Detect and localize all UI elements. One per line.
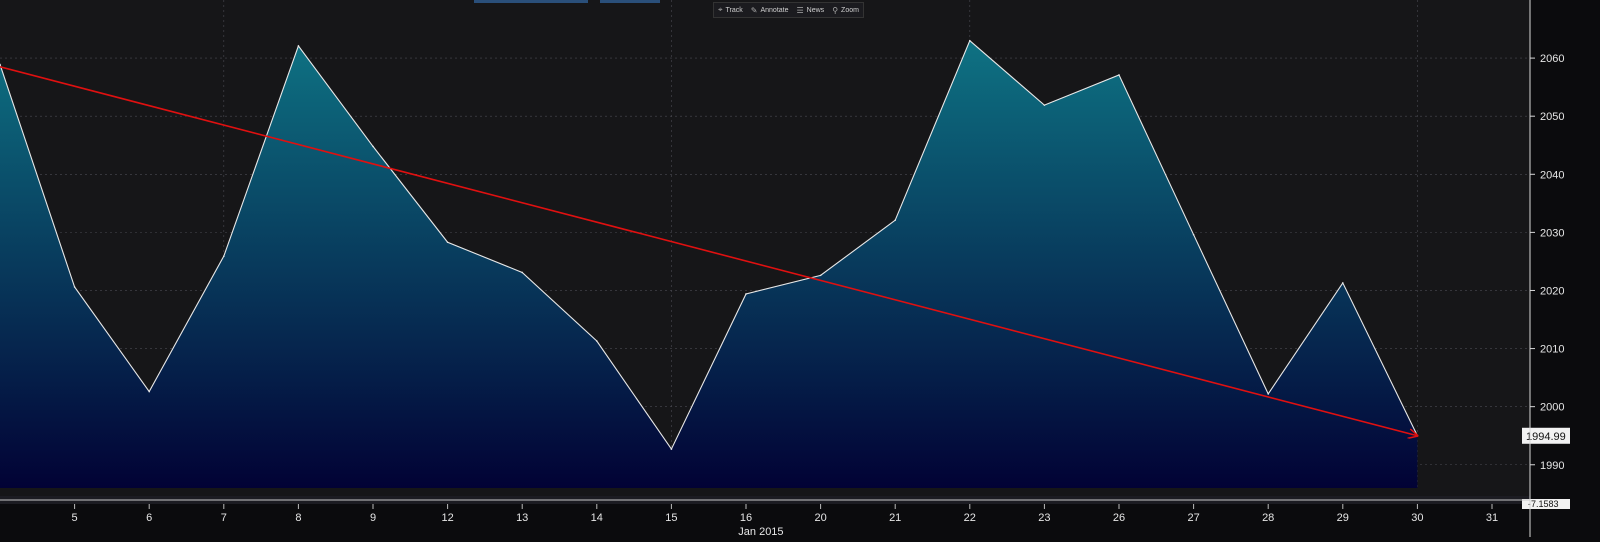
y-tick-label: 2010 (1540, 344, 1564, 356)
y-tick-label: 2030 (1540, 227, 1564, 239)
y-tick-label: 2020 (1540, 285, 1564, 297)
x-tick-label: 22 (964, 512, 976, 524)
y-tick-label: 2040 (1540, 169, 1564, 181)
data-point-13 (521, 271, 523, 274)
x-tick-label: 21 (889, 512, 901, 524)
x-tick-label: 30 (1411, 512, 1423, 524)
y-tick-label: 2000 (1540, 402, 1564, 414)
x-tick-label: 29 (1337, 512, 1349, 524)
data-point-27 (1192, 233, 1195, 236)
top-tab-2[interactable] (600, 0, 660, 3)
lower-panel-value: -7.1583 (1528, 499, 1559, 509)
data-point-8 (297, 45, 300, 47)
x-tick-label: 7 (221, 512, 227, 524)
data-point-23 (1043, 104, 1046, 106)
x-tick-label: 9 (370, 512, 376, 524)
x-tick-label: 20 (814, 512, 826, 524)
news-icon: ☰ (796, 5, 804, 15)
y-tick-label: 2060 (1540, 53, 1564, 65)
last-value-label: 1994.99 (1526, 431, 1566, 443)
x-tick-label: 27 (1187, 512, 1199, 524)
chart-area[interactable]: 1990 2000 2010 2020 2030 2040 2050 2060 1994.99-… (0, 0, 1600, 538)
zoom-button[interactable]: ⚲ Zoom (832, 6, 859, 15)
x-tick-label: 5 (72, 512, 78, 524)
track-label: Track (725, 6, 743, 14)
annotate-label: Annotate (760, 6, 789, 14)
x-tick-label: 6 (146, 512, 152, 524)
news-label: News (806, 6, 825, 14)
zoom-label: Zoom (841, 6, 859, 14)
pencil-icon: ✎ (750, 5, 758, 15)
data-point-6 (148, 390, 150, 393)
x-month-label: Jan 2015 (738, 526, 783, 537)
x-tick-label: 13 (516, 512, 528, 524)
data-point-16 (745, 293, 747, 295)
x-tick-label: 15 (665, 512, 677, 524)
x-tick-label: 28 (1262, 512, 1274, 524)
x-tick-label: 31 (1486, 512, 1498, 524)
x-tick-label: 14 (591, 512, 603, 524)
x-tick-label: 16 (740, 512, 752, 524)
magnifier-icon: ⚲ (832, 5, 839, 15)
x-tick-label: 23 (1038, 512, 1050, 524)
data-point-29 (1342, 282, 1344, 284)
top-tab-1[interactable] (474, 0, 588, 3)
data-point-9 (372, 145, 374, 148)
data-point-12 (446, 241, 449, 244)
data-point-5 (73, 286, 76, 288)
annotate-button[interactable]: ✎ Annotate (751, 6, 789, 15)
chart-svg: 199020002010202020302040205020601994.99-… (0, 0, 1600, 538)
data-point-14 (596, 340, 598, 342)
data-point-7 (223, 255, 225, 257)
data-point-22 (969, 39, 971, 42)
data-point-28 (1267, 393, 1269, 395)
crosshair-icon: ⌖ (718, 5, 723, 14)
data-point-21 (894, 219, 896, 221)
x-tick-label: 26 (1113, 512, 1125, 524)
news-button[interactable]: ☰ News (797, 6, 825, 15)
y-tick-label: 2050 (1540, 111, 1564, 123)
track-button[interactable]: ⌖ Track (718, 5, 743, 15)
y-tick-label: 1990 (1540, 460, 1564, 472)
data-point-20 (819, 274, 822, 277)
data-point-26 (1118, 74, 1120, 76)
data-point-15 (670, 448, 673, 450)
chart-toolbar: ⌖ Track ✎ Annotate ☰ News ⚲ Zoom (713, 2, 864, 18)
x-tick-label: 12 (441, 512, 453, 524)
x-tick-label: 8 (295, 512, 301, 524)
